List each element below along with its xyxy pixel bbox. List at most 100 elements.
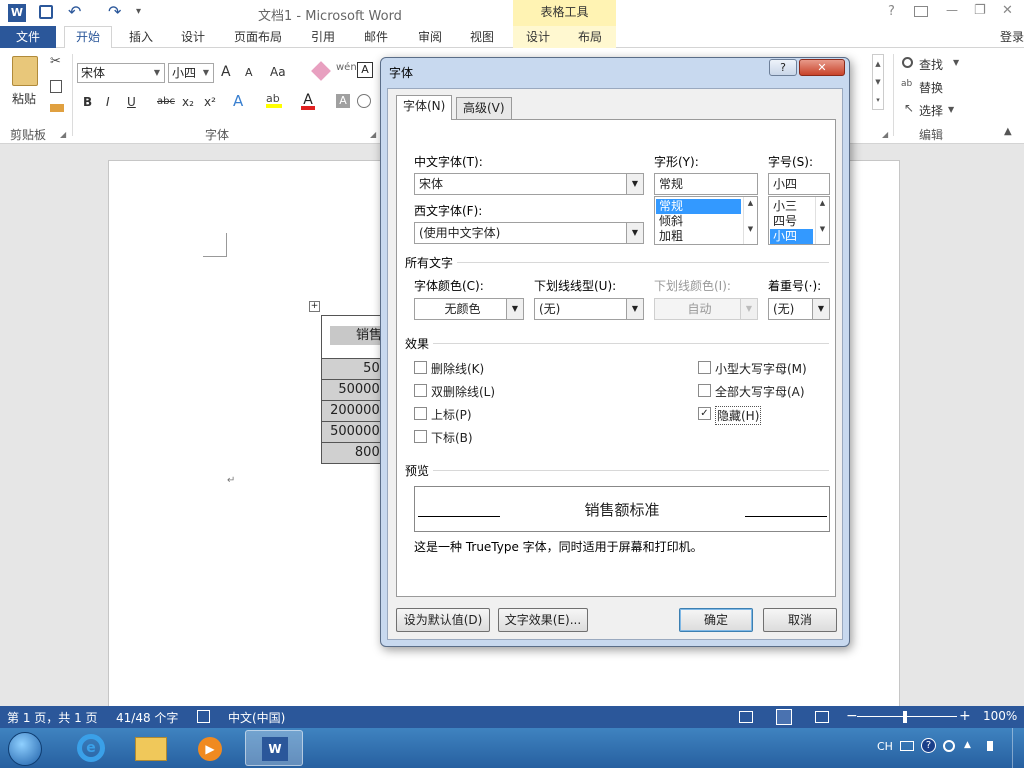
italic-button[interactable]: I [106, 95, 110, 109]
styles-launcher-icon[interactable]: ◢ [882, 130, 888, 139]
keyboard-icon[interactable] [900, 741, 914, 751]
char-shading-icon[interactable]: A [336, 94, 350, 108]
chevron-down-icon[interactable]: ▼ [626, 174, 643, 194]
tab-font[interactable]: 字体(N) [396, 95, 453, 120]
font-color-combo[interactable]: 无颜色 ▼ [414, 298, 524, 320]
redo-icon[interactable]: ↷ [108, 2, 121, 21]
highlight-icon[interactable]: ab [266, 92, 282, 108]
chinese-font-combo[interactable]: 宋体 ▼ [414, 173, 644, 195]
copy-icon[interactable] [50, 80, 62, 93]
shrink-font-button[interactable]: A [245, 66, 253, 79]
chevron-down-icon[interactable]: ▼ [506, 299, 523, 319]
checkbox-box[interactable] [414, 384, 427, 397]
tab-design[interactable]: 设计 [181, 28, 205, 46]
bold-button[interactable]: B [83, 95, 92, 109]
font-launcher-icon[interactable]: ◢ [370, 130, 376, 139]
dialog-close-button[interactable]: ✕ [799, 59, 845, 76]
explorer-icon[interactable] [124, 730, 178, 766]
checkbox-box[interactable] [414, 407, 427, 420]
show-desktop-button[interactable] [1012, 728, 1024, 768]
tab-table-design[interactable]: 设计 [526, 28, 550, 46]
list-item[interactable]: 小三 [770, 199, 813, 214]
cancel-button[interactable]: 取消 [763, 608, 837, 632]
tray-expand-icon[interactable]: ▲ [964, 740, 971, 750]
format-painter-icon[interactable] [50, 104, 64, 112]
read-mode-icon[interactable] [739, 711, 753, 723]
select-icon[interactable]: ↖ [904, 101, 914, 115]
qat-customize-icon[interactable]: ▾ [136, 6, 141, 17]
table-move-handle-icon[interactable]: + [309, 301, 320, 312]
check-icon[interactable]: ✓ [698, 407, 711, 420]
ribbon-display-icon[interactable] [914, 6, 928, 17]
print-layout-icon[interactable] [776, 709, 792, 725]
zoom-slider-track[interactable] [857, 716, 957, 717]
underline-style-combo[interactable]: (无) ▼ [534, 298, 644, 320]
media-player-icon[interactable]: ▶ [183, 730, 237, 766]
paste-button[interactable]: 粘贴 [12, 90, 36, 107]
superscript-button[interactable]: x² [204, 95, 216, 109]
tab-insert[interactable]: 插入 [129, 28, 153, 46]
list-item[interactable]: 四号 [770, 214, 813, 229]
grow-font-button[interactable]: A [221, 64, 231, 80]
zoom-slider-thumb[interactable] [903, 711, 907, 723]
collapse-ribbon-icon[interactable]: ▲ [1004, 126, 1012, 137]
proofing-icon[interactable] [197, 710, 210, 723]
ime-settings-icon[interactable] [943, 740, 955, 752]
list-item[interactable]: 常规 [656, 199, 741, 214]
list-item[interactable]: 小四 [770, 229, 813, 244]
size-input[interactable]: 小四 [768, 173, 830, 195]
sign-in-link[interactable]: 登录 [1000, 28, 1024, 46]
font-dialog[interactable]: 字体 ? ✕ 字体(N) 高级(V) 中文字体(T): 宋体 ▼ 字形(Y): 常… [380, 57, 850, 647]
list-item[interactable]: 加粗 [656, 229, 741, 244]
style-input[interactable]: 常规 [654, 173, 758, 195]
web-layout-icon[interactable] [815, 711, 829, 723]
replace-button[interactable]: 替换 [919, 79, 943, 96]
ime-help-icon[interactable]: ? [921, 738, 936, 753]
set-default-button[interactable]: 设为默认值(D) [396, 608, 490, 632]
western-font-combo[interactable]: (使用中文字体) ▼ [414, 222, 644, 244]
chevron-down-icon[interactable]: ▼ [199, 64, 213, 82]
save-icon[interactable] [39, 5, 53, 19]
word-taskbar-icon[interactable]: W [245, 730, 303, 766]
checkbox-box[interactable] [698, 384, 711, 397]
char-border-icon[interactable]: A [357, 62, 373, 78]
undo-icon[interactable]: ↶ [68, 2, 81, 21]
select-dropdown-icon[interactable]: ▼ [948, 105, 954, 114]
tab-table-layout[interactable]: 布局 [578, 28, 602, 46]
font-color-icon[interactable]: A [301, 92, 315, 110]
list-item[interactable]: 倾斜 [656, 214, 741, 229]
page-count[interactable]: 第 1 页，共 1 页 [7, 709, 98, 726]
change-case-button[interactable]: Aa [270, 65, 286, 79]
strikethrough-button[interactable]: abc [157, 96, 175, 107]
size-list[interactable]: 小三 四号 小四 ▲ ▼ [768, 196, 830, 245]
clipboard-launcher-icon[interactable]: ◢ [60, 130, 66, 139]
enclose-char-icon[interactable] [357, 94, 371, 108]
font-name-combo[interactable]: 宋体 ▼ [77, 63, 165, 83]
tab-review[interactable]: 审阅 [418, 28, 442, 46]
underline-button[interactable]: U [127, 95, 136, 109]
text-effects-button[interactable]: 文字效果(E)... [498, 608, 588, 632]
zoom-level[interactable]: 100% [983, 709, 1017, 723]
tab-advanced[interactable]: 高级(V) [456, 97, 512, 119]
find-icon[interactable] [902, 57, 913, 68]
start-button-icon[interactable] [8, 732, 42, 766]
word-logo-icon[interactable]: W [8, 4, 26, 22]
replace-icon[interactable]: ab [901, 79, 912, 89]
select-button[interactable]: 选择 [919, 102, 943, 119]
ie-icon[interactable]: e [65, 730, 119, 766]
minimize-button[interactable]: — [946, 3, 958, 17]
chevron-down-icon[interactable]: ▼ [740, 299, 757, 319]
tab-home[interactable]: 开始 [64, 26, 112, 49]
word-count[interactable]: 41/48 个字 [116, 709, 178, 726]
help-icon[interactable]: ? [888, 4, 895, 19]
clear-format-icon[interactable] [311, 61, 331, 81]
dialog-help-button[interactable]: ? [769, 59, 797, 76]
find-dropdown-icon[interactable]: ▼ [953, 58, 959, 67]
tab-page-layout[interactable]: 页面布局 [234, 28, 282, 46]
cut-icon[interactable]: ✂ [50, 54, 61, 69]
emphasis-combo[interactable]: (无) ▼ [768, 298, 830, 320]
paste-icon[interactable] [12, 56, 38, 86]
chevron-down-icon[interactable]: ▼ [626, 223, 643, 243]
chevron-down-icon[interactable]: ▼ [150, 64, 164, 82]
text-effects-icon[interactable]: A [233, 92, 243, 110]
